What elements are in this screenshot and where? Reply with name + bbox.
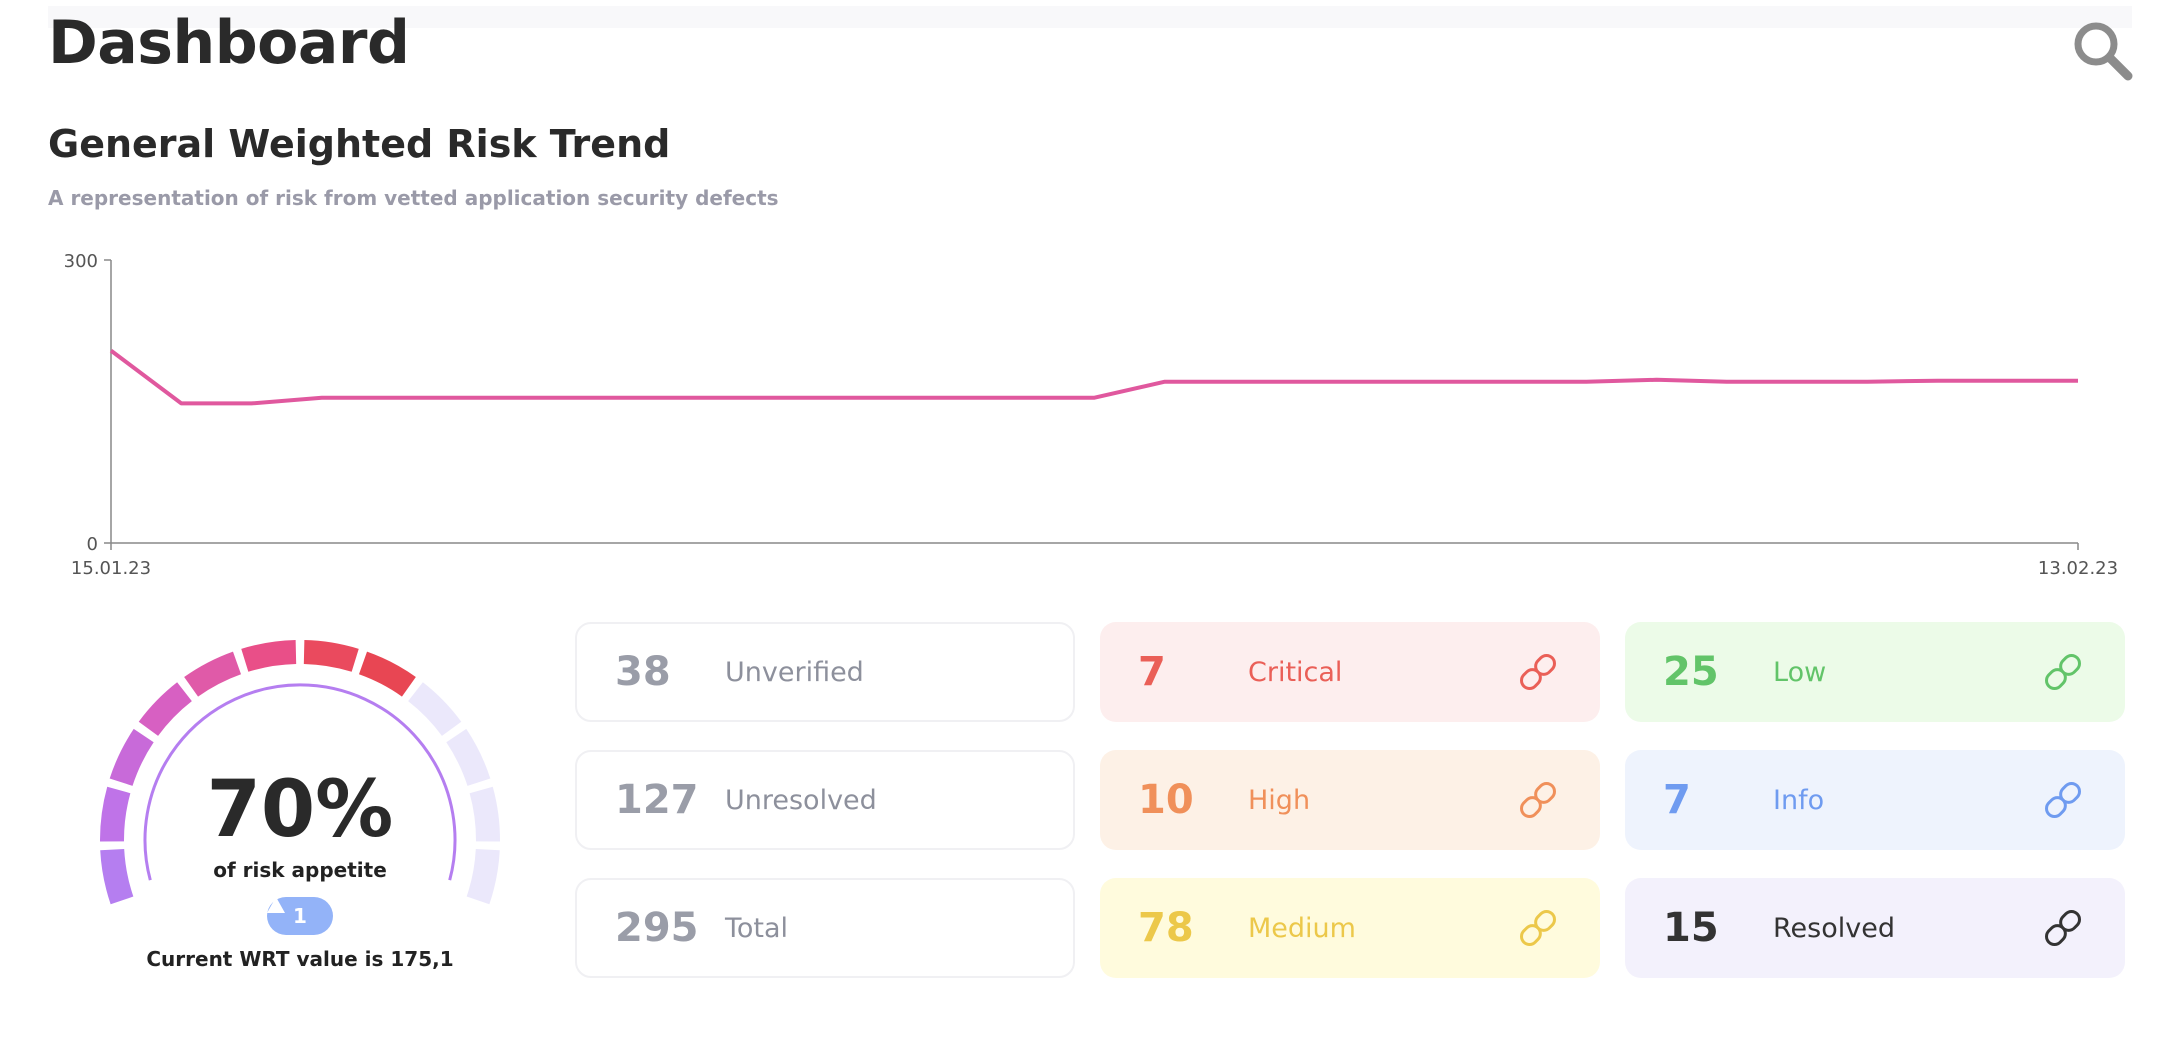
link-icon[interactable] bbox=[2041, 778, 2085, 822]
stat-label: Critical bbox=[1248, 656, 1343, 688]
stat-card-low[interactable]: 25 Low bbox=[1625, 622, 2125, 722]
stat-count: 15 bbox=[1663, 905, 1719, 951]
stat-label: Info bbox=[1773, 784, 1825, 816]
search-icon[interactable] bbox=[2070, 18, 2134, 82]
stat-count: 25 bbox=[1663, 649, 1719, 695]
stat-label: Resolved bbox=[1773, 912, 1895, 944]
trend-subtitle: A representation of risk from vetted app… bbox=[48, 186, 779, 210]
current-wrt-value: Current WRT value is 175,1 bbox=[146, 947, 454, 971]
stat-card-unresolved: 127 Unresolved bbox=[575, 750, 1075, 850]
stat-card-resolved[interactable]: 15 Resolved bbox=[1625, 878, 2125, 978]
stat-card-info[interactable]: 7 Info bbox=[1625, 750, 2125, 850]
stat-label: Unresolved bbox=[725, 784, 877, 816]
risk-trend-chart: 300 0 15.01.23 13.02.23 bbox=[64, 251, 2118, 579]
stat-label: Low bbox=[1773, 656, 1827, 688]
y-tick-label-min: 0 bbox=[87, 534, 98, 555]
stat-card-total: 295 Total bbox=[575, 878, 1075, 978]
y-tick-label-max: 300 bbox=[64, 251, 98, 272]
stat-count: 295 bbox=[615, 905, 699, 951]
gauge-value: 70% bbox=[206, 765, 394, 855]
link-icon[interactable] bbox=[2041, 650, 2085, 694]
stat-card-medium[interactable]: 78 Medium bbox=[1100, 878, 1600, 978]
stat-card-high[interactable]: 10 High bbox=[1100, 750, 1600, 850]
link-icon[interactable] bbox=[1516, 906, 1560, 950]
stat-card-critical[interactable]: 7 Critical bbox=[1100, 622, 1600, 722]
stat-count: 7 bbox=[1663, 777, 1691, 823]
trend-title: General Weighted Risk Trend bbox=[48, 122, 671, 166]
x-tick-label-end: 13.02.23 bbox=[2038, 558, 2118, 579]
stat-count: 38 bbox=[615, 649, 671, 695]
link-icon[interactable] bbox=[1516, 650, 1560, 694]
risk-appetite-gauge: 70% of risk appetite 1 Current WRT value… bbox=[70, 610, 530, 980]
gauge-segment bbox=[184, 651, 242, 697]
x-tick-label-start: 15.01.23 bbox=[71, 558, 151, 579]
stat-count: 7 bbox=[1138, 649, 1166, 695]
stat-label: Total bbox=[725, 912, 789, 944]
triangle-up-icon bbox=[267, 897, 285, 913]
stat-count: 78 bbox=[1138, 905, 1194, 951]
stat-count: 10 bbox=[1138, 777, 1194, 823]
gauge-segment bbox=[241, 640, 297, 672]
gauge-segment bbox=[358, 651, 416, 697]
page-title: Dashboard bbox=[48, 8, 410, 78]
stat-count: 127 bbox=[615, 777, 699, 823]
gauge-segment bbox=[138, 682, 193, 737]
stat-label: High bbox=[1248, 784, 1311, 816]
stat-label: Medium bbox=[1248, 912, 1356, 944]
gauge-segment bbox=[407, 682, 462, 737]
change-badge: 1 bbox=[267, 897, 333, 935]
change-value: 1 bbox=[293, 904, 307, 928]
stat-label: Unverified bbox=[725, 656, 864, 688]
link-icon[interactable] bbox=[2041, 906, 2085, 950]
gauge-segment bbox=[303, 640, 359, 672]
stat-card-unverified: 38 Unverified bbox=[575, 622, 1075, 722]
link-icon[interactable] bbox=[1516, 778, 1560, 822]
gauge-caption: of risk appetite bbox=[213, 858, 387, 882]
risk-trend-line bbox=[109, 349, 2078, 406]
